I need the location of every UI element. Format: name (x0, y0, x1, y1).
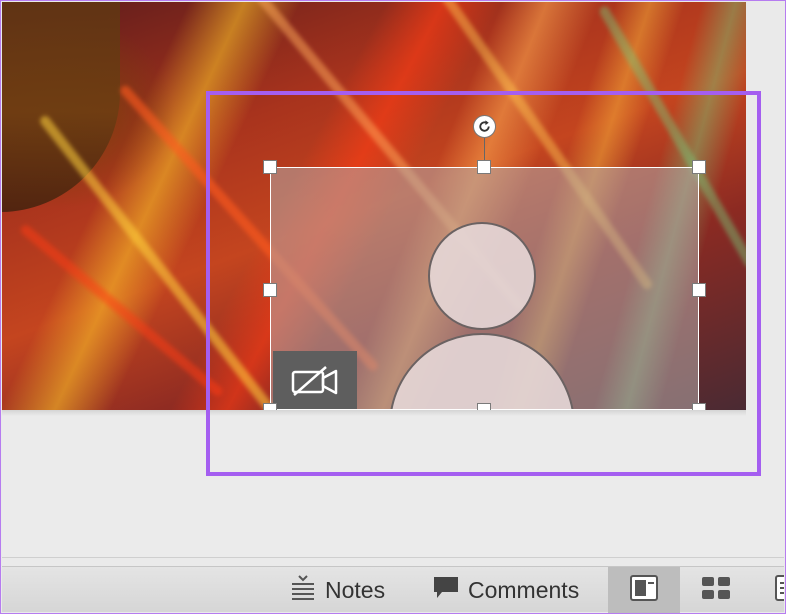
resize-handle-right[interactable] (692, 283, 706, 297)
reading-view-icon (774, 574, 784, 607)
slide-shadow (2, 410, 746, 416)
editor-workspace (2, 410, 784, 558)
app-window: Notes Comments (0, 0, 786, 614)
resize-handle-left[interactable] (263, 283, 277, 297)
normal-view-icon (629, 574, 659, 607)
rotation-stem (484, 138, 485, 162)
light-streak (38, 113, 305, 410)
comment-bubble-icon (432, 574, 460, 606)
comments-label: Comments (468, 576, 580, 603)
grid-icon (700, 575, 732, 606)
person-icon-body (389, 333, 575, 410)
slide-sorter-view-button[interactable] (680, 567, 752, 613)
person-icon-head (428, 222, 536, 330)
cameo-placeholder[interactable] (270, 167, 699, 410)
notes-button[interactable]: Notes (289, 567, 385, 613)
reading-view-button[interactable] (752, 567, 784, 613)
camera-off-icon[interactable] (273, 351, 357, 410)
normal-view-button[interactable] (608, 567, 680, 613)
rotate-handle-icon[interactable] (473, 115, 496, 138)
notes-label: Notes (325, 576, 386, 603)
notes-icon (289, 574, 317, 606)
resize-handle-top[interactable] (477, 160, 491, 174)
resize-handle-top-left[interactable] (263, 160, 277, 174)
slide-decorative-curve (2, 2, 120, 212)
status-bar: Notes Comments (2, 566, 784, 613)
workspace-divider (2, 557, 784, 558)
comments-button[interactable]: Comments (432, 567, 579, 613)
resize-handle-top-right[interactable] (692, 160, 706, 174)
